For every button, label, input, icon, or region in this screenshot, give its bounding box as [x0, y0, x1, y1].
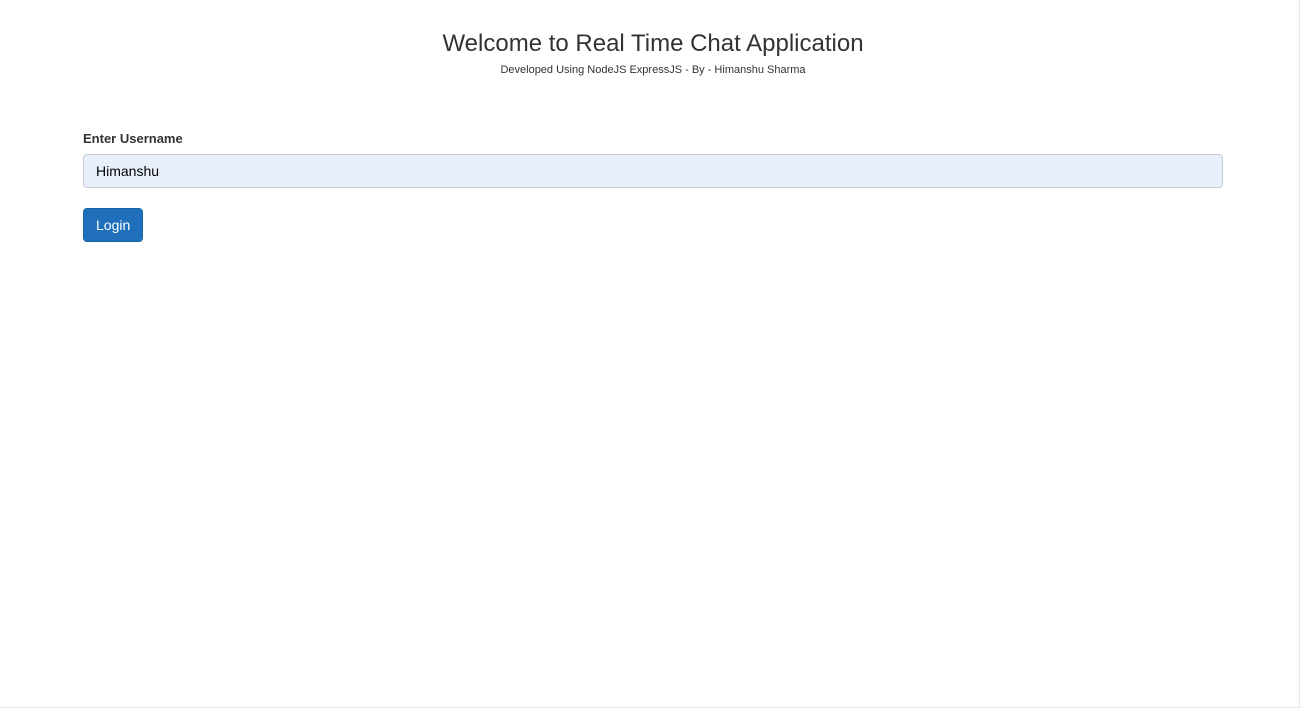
- page: Welcome to Real Time Chat Application De…: [0, 0, 1300, 708]
- page-title: Welcome to Real Time Chat Application: [442, 30, 864, 57]
- page-subtitle: Developed Using NodeJS ExpressJS - By - …: [500, 64, 806, 76]
- header: Welcome to Real Time Chat Application De…: [0, 29, 1306, 77]
- login-form: Enter Username Login: [83, 130, 1223, 242]
- login-button[interactable]: Login: [83, 208, 144, 242]
- username-label: Enter Username: [83, 131, 183, 146]
- username-input[interactable]: [83, 154, 1223, 188]
